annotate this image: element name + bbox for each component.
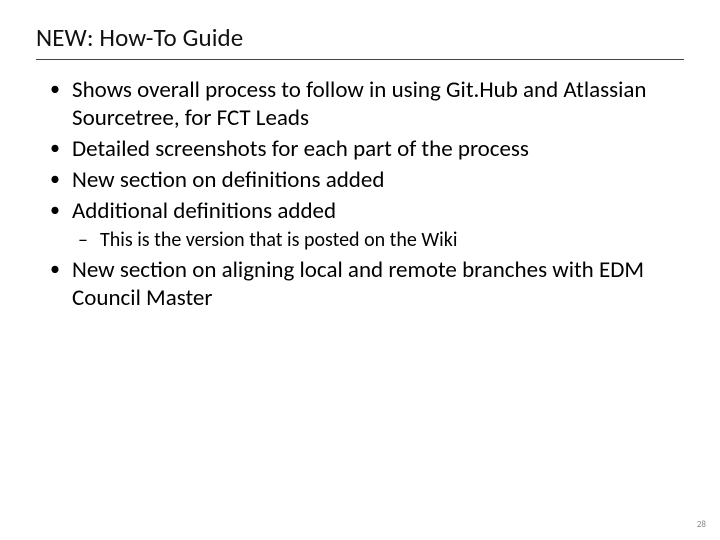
slide: NEW: How-To Guide Shows overall process … [0, 0, 720, 540]
bullet-text: New section on aligning local and remote… [72, 256, 644, 312]
bullet-item: New section on aligning local and remote… [44, 256, 684, 312]
sub-bullet-item: This is the version that is posted on th… [72, 228, 684, 252]
slide-title: NEW: How-To Guide [36, 22, 684, 60]
bullet-item: Detailed screenshots for each part of th… [44, 135, 684, 163]
slide-content: Shows overall process to follow in using… [36, 76, 684, 312]
bullet-item: Shows overall process to follow in using… [44, 76, 684, 132]
bullet-item: Additional definitions added This is the… [44, 197, 684, 252]
sub-bullet-text: This is the version that is posted on th… [100, 228, 457, 252]
page-number: 28 [697, 519, 706, 530]
bullet-item: New section on definitions added [44, 166, 684, 194]
bullet-text: New section on definitions added [72, 166, 384, 194]
bullet-text: Additional definitions added [72, 197, 336, 225]
bullet-text: Shows overall process to follow in using… [72, 76, 647, 132]
bullet-text: Detailed screenshots for each part of th… [72, 135, 529, 163]
